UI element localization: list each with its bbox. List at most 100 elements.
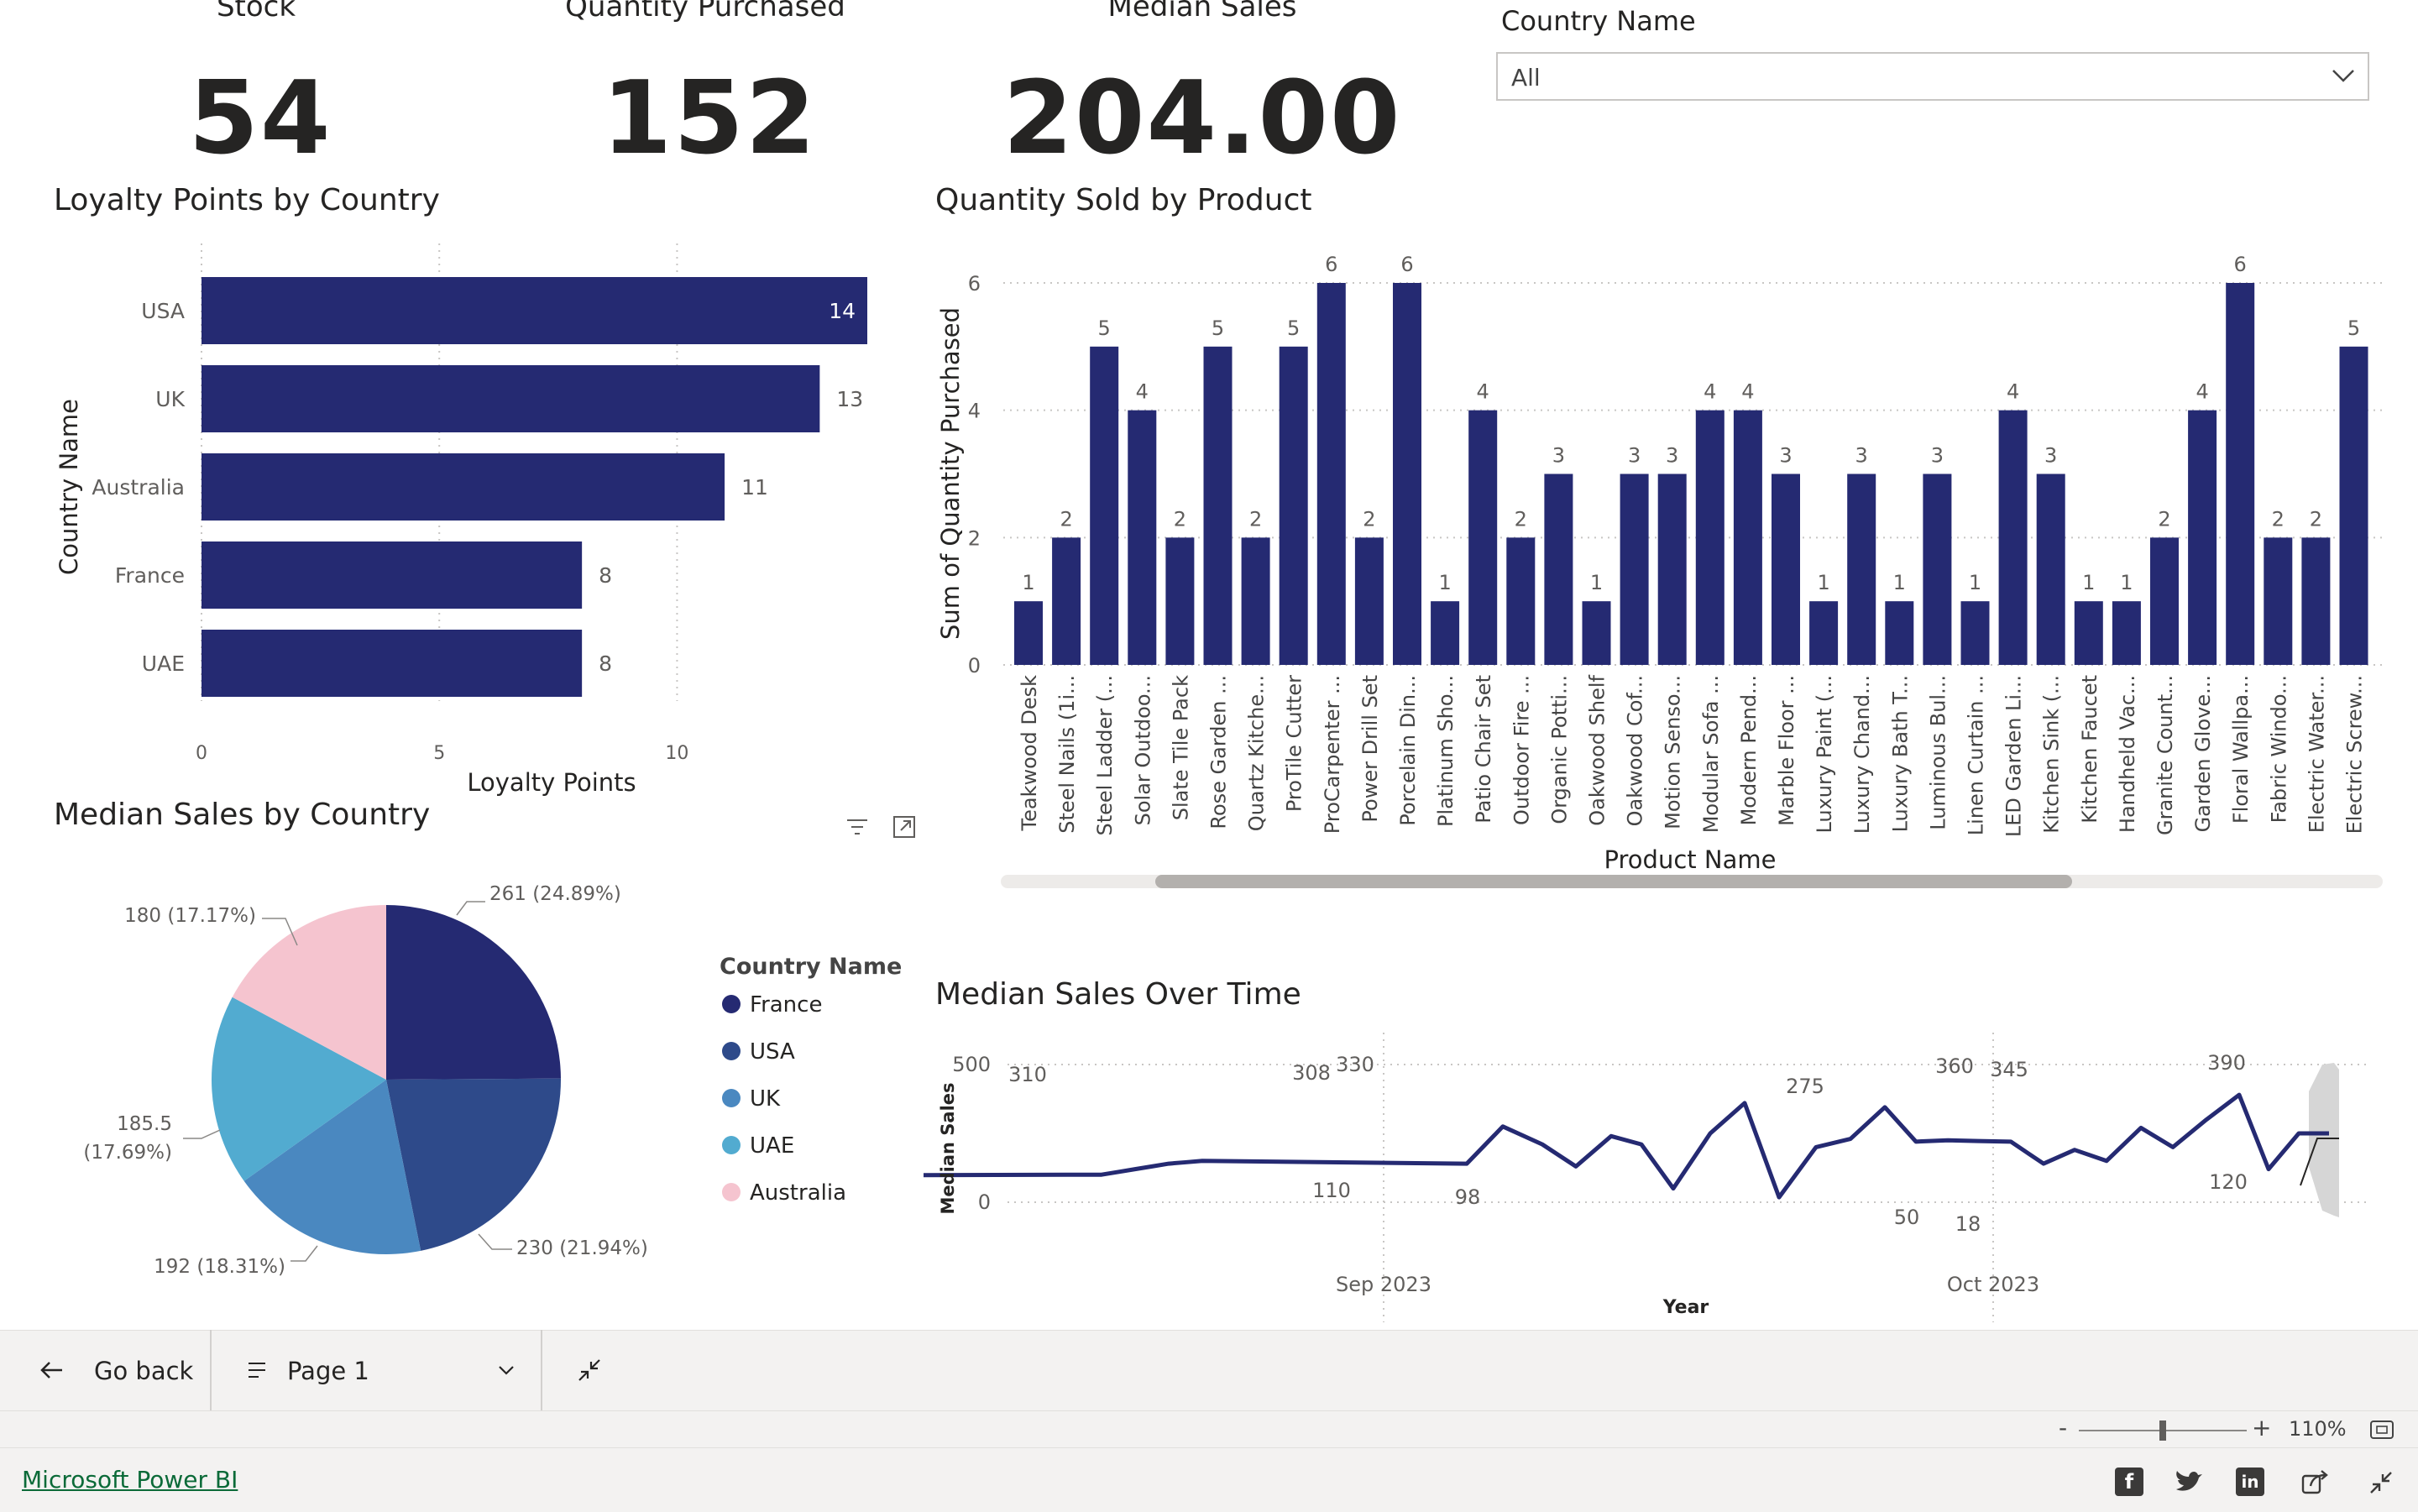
collapse-icon[interactable] bbox=[2368, 1469, 2394, 1496]
loyalty-chart-title: Loyalty Points by Country bbox=[54, 183, 440, 217]
zoom-level[interactable]: 110% bbox=[2289, 1417, 2347, 1441]
legend-label: USA bbox=[750, 1039, 795, 1065]
x-category-label: Outdoor Fire ... bbox=[1510, 675, 1533, 825]
loyalty-bar-chart: 0 5 10 USA 14 UK 13 Australia 11 France 8 UAE 8 Loyal… bbox=[55, 243, 867, 797]
quantity-bar bbox=[1695, 410, 1725, 665]
bar-data-label: 4 bbox=[1741, 380, 1754, 404]
line-data-label: 120 bbox=[2209, 1170, 2248, 1194]
quantity-bar bbox=[2188, 410, 2217, 665]
pie-leader-line bbox=[478, 1233, 512, 1250]
quantity-bar bbox=[2264, 537, 2293, 665]
quantity-bar bbox=[1809, 601, 1839, 665]
power-bi-link[interactable]: Microsoft Power BI bbox=[22, 1466, 238, 1494]
chart-scrollbar-track[interactable] bbox=[1001, 875, 2383, 888]
bar-data-label: 1 bbox=[2082, 571, 2095, 594]
line-data-label: 310 bbox=[1008, 1063, 1047, 1086]
x-category-label: Handheld Vac... bbox=[2116, 675, 2139, 833]
kpi-stock-label: Stock bbox=[216, 0, 296, 24]
footer-bar bbox=[0, 1447, 2418, 1512]
quantity-bar bbox=[1165, 537, 1195, 665]
slicer-title: Country Name bbox=[1501, 5, 1696, 37]
y-category-label: USA bbox=[141, 299, 185, 323]
y-category-label: UAE bbox=[142, 651, 185, 676]
pie-leader-line bbox=[290, 1245, 318, 1262]
share-icon[interactable] bbox=[2300, 1468, 2331, 1496]
bar-data-label: 6 bbox=[2234, 253, 2247, 276]
x-category-label: Quartz Kitche... bbox=[1245, 675, 1269, 831]
y-tick-label: 0 bbox=[978, 1190, 991, 1214]
bar-data-label: 2 bbox=[2158, 507, 2170, 531]
bar-data-label: 3 bbox=[1628, 444, 1641, 468]
pie-leader-line bbox=[456, 901, 485, 916]
chart-scrollbar-thumb[interactable] bbox=[1155, 875, 2072, 888]
median-sales-line-chart: 0 500 310 308 110 330 98 275 50 360 18 345 390 120 Sep… bbox=[924, 1033, 2368, 1322]
twitter-icon[interactable] bbox=[2174, 1468, 2204, 1496]
x-category-label: Porcelain Din... bbox=[1396, 675, 1420, 826]
forecast-band bbox=[2309, 1063, 2339, 1217]
x-category-label: Oakwood Shelf bbox=[1586, 674, 1609, 825]
x-category-label: Linen Curtain ... bbox=[1965, 675, 1988, 835]
quantity-bar bbox=[2301, 537, 2331, 665]
legend-marker bbox=[722, 995, 741, 1013]
x-category-label: Garden Glove... bbox=[2191, 675, 2215, 832]
go-back-button[interactable]: Go back bbox=[24, 1347, 200, 1394]
quantity-bar bbox=[1203, 346, 1233, 665]
bar-data-label: 4 bbox=[1477, 380, 1489, 404]
legend-label: France bbox=[750, 992, 822, 1018]
bar-data-label: 8 bbox=[599, 563, 612, 588]
fit-to-page-icon[interactable] bbox=[2369, 1419, 2394, 1441]
focus-mode-icon[interactable] bbox=[892, 814, 917, 840]
y-category-label: France bbox=[115, 563, 185, 588]
x-category-label: Rose Garden ... bbox=[1207, 675, 1231, 829]
line-data-label: 360 bbox=[1935, 1054, 1974, 1078]
x-category-label: Kitchen Faucet bbox=[2078, 675, 2101, 824]
bar-data-label: 3 bbox=[1931, 444, 1944, 468]
exit-full-screen-icon[interactable] bbox=[576, 1357, 603, 1384]
bar-data-label: 6 bbox=[1325, 253, 1337, 276]
quantity-bar bbox=[1582, 601, 1611, 665]
bar-data-label: 5 bbox=[1287, 317, 1300, 340]
bar-data-label: 3 bbox=[1779, 444, 1792, 468]
y-axis-title: Country Name bbox=[55, 399, 83, 575]
filter-icon[interactable] bbox=[845, 814, 870, 840]
bar-data-label: 3 bbox=[2044, 444, 2057, 468]
y-tick-label: 6 bbox=[968, 272, 981, 296]
quantity-bar bbox=[1316, 283, 1346, 665]
country-slicer-dropdown[interactable]: All bbox=[1496, 52, 2369, 101]
line-data-label: 330 bbox=[1336, 1053, 1374, 1076]
pie-data-label: 192 (18.31%) bbox=[154, 1256, 285, 1278]
chevron-down-icon bbox=[499, 1366, 514, 1375]
bar-data-label: 2 bbox=[1363, 507, 1375, 531]
quantity-bar bbox=[1847, 473, 1876, 665]
quantity-bar bbox=[2339, 346, 2368, 665]
y-tick-label: 4 bbox=[968, 400, 981, 423]
x-category-label: Teakwood Desk bbox=[1018, 675, 1041, 832]
bar-data-label: 3 bbox=[1666, 444, 1678, 468]
quantity-bar bbox=[1431, 601, 1460, 665]
bar-data-label: 6 bbox=[1400, 253, 1413, 276]
zoom-in-button[interactable]: + bbox=[2252, 1414, 2271, 1441]
quantity-bar bbox=[1657, 473, 1687, 665]
page-selector-dropdown[interactable]: Page 1 bbox=[237, 1347, 522, 1394]
x-category-label: Motion Senso... bbox=[1662, 675, 1685, 829]
loyalty-bar bbox=[202, 630, 583, 697]
linkedin-icon[interactable]: in bbox=[2236, 1468, 2264, 1496]
line-data-label: 98 bbox=[1455, 1185, 1481, 1209]
kpi-quantity-label: Quantity Purchased bbox=[565, 0, 845, 24]
y-category-label: Australia bbox=[92, 475, 185, 500]
line-data-label: 18 bbox=[1955, 1212, 1981, 1236]
quantity-bar bbox=[1998, 410, 2028, 665]
x-axis-title: Product Name bbox=[1604, 845, 1777, 874]
facebook-icon[interactable]: f bbox=[2115, 1468, 2143, 1496]
legend-marker bbox=[722, 1042, 741, 1060]
bar-data-label: 5 bbox=[1098, 317, 1111, 340]
slicer-selected-value: All bbox=[1511, 64, 1541, 92]
page-list-icon bbox=[249, 1363, 265, 1378]
zoom-slider-thumb[interactable] bbox=[2159, 1420, 2166, 1441]
line-data-label: 50 bbox=[1894, 1206, 1920, 1229]
x-category-label: Luminous Bul... bbox=[1926, 675, 1950, 830]
x-category-label: ProCarpenter ... bbox=[1321, 675, 1344, 834]
zoom-out-button[interactable]: - bbox=[2059, 1414, 2067, 1441]
bar-data-label: 4 bbox=[2007, 380, 2019, 404]
x-axis-title: Year bbox=[1662, 1297, 1709, 1318]
